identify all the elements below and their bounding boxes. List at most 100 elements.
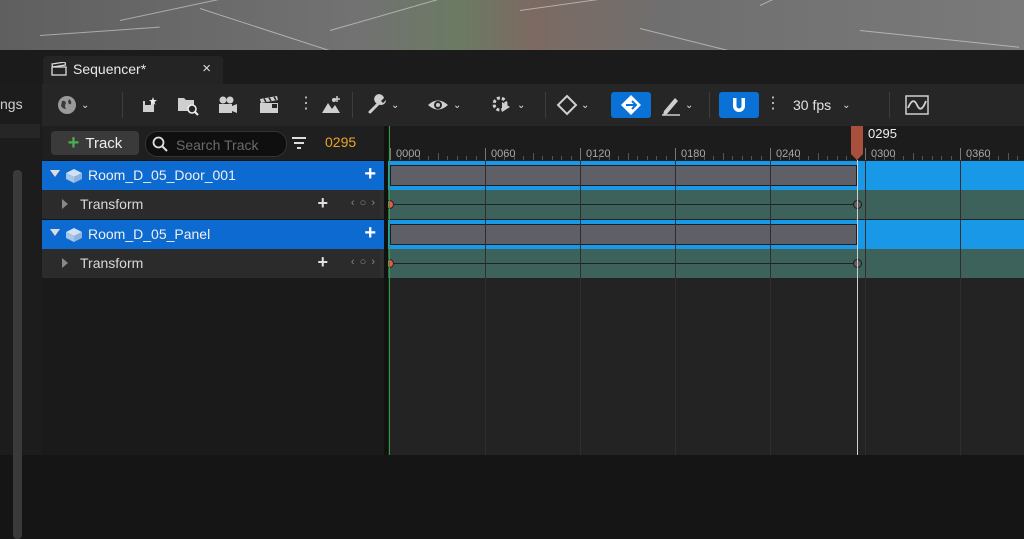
sequencer-toolbar: ⌄ ⋮ ⌄ ⌄ ⌄ ⌄ ⌄ ⋮ 30 fps ⌄	[42, 84, 1024, 126]
cinematic-button[interactable]	[258, 92, 280, 118]
edit-mode-button[interactable]: ⌄	[660, 92, 693, 118]
playhead-marker[interactable]	[850, 126, 864, 160]
find-asset-button[interactable]	[176, 92, 200, 118]
ruler-minor-tick	[703, 156, 705, 160]
object-lane[interactable]	[388, 220, 1024, 249]
search-track-input[interactable]	[174, 134, 286, 156]
transform-lane[interactable]	[388, 190, 1024, 219]
expand-arrow-icon[interactable]	[50, 229, 60, 236]
key-line	[390, 204, 857, 205]
timeline-area[interactable]: 0000 0060 0120 0180 0240 0300 0360 0295	[388, 126, 1024, 455]
tools-button[interactable]: ⌄	[366, 92, 399, 118]
snapping-button[interactable]	[719, 92, 759, 118]
ruler-major-tick	[960, 148, 961, 160]
ruler-minor-tick	[808, 156, 809, 160]
ruler-minor-tick	[836, 156, 838, 160]
ruler-minor-tick	[741, 156, 743, 160]
collapse-arrow-icon[interactable]	[62, 199, 68, 209]
ruler-minor-tick	[570, 156, 572, 160]
gear-play-icon	[492, 96, 510, 112]
ruler-minor-tick	[722, 153, 724, 160]
add-subtrack-button[interactable]: +	[364, 222, 376, 245]
add-key-button[interactable]: +	[317, 252, 328, 273]
ruler-minor-tick	[969, 156, 971, 160]
collapse-arrow-icon[interactable]	[62, 258, 68, 268]
track-row-object[interactable]: Room_D_05_Door_001 +	[42, 161, 386, 190]
close-tab-button[interactable]: ×	[202, 60, 211, 77]
track-section[interactable]	[390, 165, 857, 186]
key-line	[390, 263, 857, 264]
tab-sequencer[interactable]: Sequencer* ×	[43, 56, 223, 84]
track-row-transform[interactable]: Transform + ‹ ○ ›	[42, 190, 386, 219]
ruler-minor-tick	[779, 156, 781, 160]
track-tree-empty-area	[42, 278, 386, 455]
viewport-preview	[0, 0, 1024, 50]
grid-line	[580, 160, 581, 455]
ruler-minor-tick	[466, 156, 467, 160]
track-row-object[interactable]: Room_D_05_Panel +	[42, 220, 386, 249]
add-track-button[interactable]: + Track	[51, 131, 139, 155]
ruler-minor-tick	[504, 156, 505, 160]
keyframe-diamond-icon	[556, 94, 578, 116]
ruler-major-tick	[675, 148, 676, 160]
ruler-minor-tick	[922, 156, 923, 160]
add-key-button[interactable]: +	[317, 193, 328, 214]
ruler-minor-tick	[893, 156, 895, 160]
ruler-minor-tick	[561, 156, 562, 160]
transform-lane[interactable]	[388, 249, 1024, 278]
ruler-major-tick	[390, 148, 391, 160]
ruler-minor-tick	[1017, 156, 1018, 160]
object-lane[interactable]	[388, 161, 1024, 190]
playback-options-button[interactable]: ⌄	[490, 92, 525, 118]
ruler-minor-tick	[931, 156, 933, 160]
ruler-minor-tick	[846, 156, 847, 160]
ruler-minor-tick	[608, 156, 610, 160]
ruler-minor-tick	[494, 156, 496, 160]
chevron-down-icon: ⌄	[81, 99, 90, 111]
auto-key-button[interactable]	[611, 92, 651, 118]
ruler-major-tick	[865, 148, 866, 160]
ruler-minor-tick	[542, 156, 543, 160]
key-options-button[interactable]: ⌄	[556, 92, 589, 118]
curve-editor-button[interactable]	[905, 92, 929, 118]
ruler-minor-tick	[979, 156, 980, 160]
track-section[interactable]	[390, 224, 857, 245]
ruler-minor-tick	[827, 156, 828, 160]
ruler-major-tick	[770, 148, 771, 160]
static-mesh-icon	[66, 169, 82, 183]
key-navigation-icon[interactable]: ‹ ○ ›	[351, 256, 376, 268]
clapperboard-icon	[260, 96, 278, 113]
ruler-major-tick	[485, 148, 486, 160]
render-movie-button[interactable]	[216, 92, 240, 118]
time-ruler[interactable]: 0000 0060 0120 0180 0240 0300 0360	[388, 126, 1024, 160]
track-row-transform[interactable]: Transform + ‹ ○ ›	[42, 249, 386, 278]
ruler-minor-tick	[637, 156, 638, 160]
framerate-selector[interactable]: 30 fps ⌄	[793, 92, 851, 118]
more-options-icon[interactable]: ⋮	[298, 94, 314, 114]
chevron-down-icon: ⌄	[581, 99, 590, 111]
chevron-down-icon: ⌄	[517, 99, 526, 111]
current-frame-readout[interactable]: 0295	[325, 134, 356, 150]
search-icon	[152, 136, 168, 152]
snapping-options-icon[interactable]: ⋮	[765, 94, 781, 114]
chevron-down-icon: ⌄	[453, 99, 462, 111]
add-subtrack-button[interactable]: +	[364, 163, 376, 186]
ruler-minor-tick	[988, 156, 990, 160]
ruler-minor-tick	[798, 156, 800, 160]
grid-line	[865, 160, 866, 455]
chevron-down-icon: ⌄	[685, 99, 694, 111]
track-label: Transform	[80, 196, 144, 212]
view-options-button[interactable]: ⌄	[426, 92, 461, 118]
world-button[interactable]: ⌄	[56, 92, 89, 118]
save-button[interactable]	[140, 92, 160, 118]
filter-icon[interactable]	[290, 134, 308, 152]
search-track-box[interactable]	[145, 131, 287, 157]
adjacent-panel-scrollbar[interactable]	[13, 170, 22, 539]
key-navigation-icon[interactable]: ‹ ○ ›	[351, 197, 376, 209]
ruler-minor-tick	[618, 156, 619, 160]
ruler-minor-tick	[789, 156, 790, 160]
ruler-minor-tick	[399, 156, 401, 160]
playhead-label: 0295	[868, 126, 897, 141]
actor-to-sequencer-button[interactable]	[320, 92, 342, 118]
expand-arrow-icon[interactable]	[50, 170, 60, 177]
